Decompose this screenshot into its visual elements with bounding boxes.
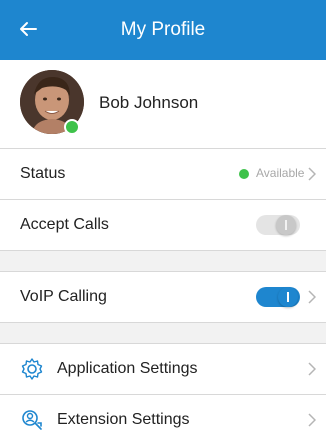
extension-settings-label: Extension Settings xyxy=(57,411,190,428)
chevron-right-icon xyxy=(308,290,316,304)
accept-calls-toggle[interactable] xyxy=(256,215,300,235)
profile-header: Bob Johnson xyxy=(0,60,326,148)
available-status-dot xyxy=(239,169,249,179)
status-label: Status xyxy=(20,165,66,182)
section-gap xyxy=(0,323,326,343)
extension-settings-row[interactable]: Extension Settings xyxy=(0,395,326,445)
application-settings-row[interactable]: Application Settings xyxy=(0,344,326,394)
status-value: Available xyxy=(256,166,305,180)
toggle-knob xyxy=(278,287,298,307)
page-title: My Profile xyxy=(120,19,206,40)
section-gap xyxy=(0,251,326,271)
presence-status-dot xyxy=(64,119,80,135)
chevron-right-icon xyxy=(308,362,316,376)
chevron-right-icon xyxy=(308,167,316,181)
status-row[interactable]: Status Available xyxy=(0,149,326,199)
toggle-knob xyxy=(276,215,296,235)
accept-calls-label: Accept Calls xyxy=(20,216,109,233)
application-settings-label: Application Settings xyxy=(57,360,198,377)
app-bar: My Profile xyxy=(0,0,326,60)
profile-name: Bob Johnson xyxy=(99,93,199,112)
voip-calling-row[interactable]: VoIP Calling xyxy=(0,272,326,322)
voip-calling-toggle[interactable] xyxy=(256,287,300,307)
chevron-right-icon xyxy=(308,413,316,427)
voip-calling-label: VoIP Calling xyxy=(20,288,107,305)
gear-icon xyxy=(21,358,43,380)
extension-person-icon xyxy=(22,410,42,430)
accept-calls-row: Accept Calls xyxy=(0,200,326,250)
